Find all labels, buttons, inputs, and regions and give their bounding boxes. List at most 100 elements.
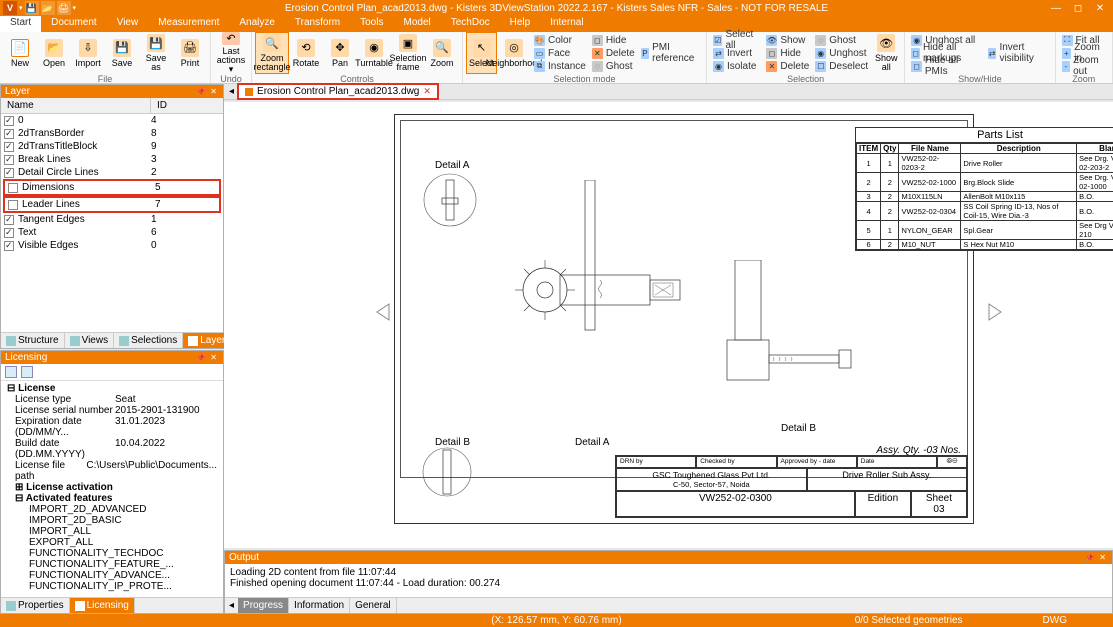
layer-checkbox[interactable] bbox=[4, 168, 14, 178]
drawing-viewport[interactable]: Detail A Detail B Detail A Detail B bbox=[224, 102, 1113, 548]
tab-licensing[interactable]: Licensing bbox=[70, 598, 135, 613]
close-icon[interactable]: ✕ bbox=[208, 353, 219, 362]
selmode-face[interactable]: ▭Face bbox=[534, 47, 586, 60]
sel-deselect[interactable]: ☐Deselect bbox=[815, 60, 868, 73]
close-button[interactable]: ✕ bbox=[1093, 3, 1107, 14]
qat-customize-icon[interactable]: ▾ bbox=[73, 4, 77, 12]
prev-icon[interactable]: ◂ bbox=[225, 598, 238, 613]
selmode-color[interactable]: 🎨Color bbox=[534, 34, 586, 47]
layer-row[interactable]: Text6 bbox=[1, 226, 223, 239]
sel-delete[interactable]: ✕Delete bbox=[766, 60, 809, 73]
maximize-button[interactable]: ◻ bbox=[1071, 3, 1085, 14]
tab-structure[interactable]: Structure bbox=[1, 333, 65, 348]
print-button[interactable]: 🖨Print bbox=[173, 32, 207, 74]
layer-row[interactable]: 2dTransBorder8 bbox=[1, 127, 223, 140]
nav-arrow-right-icon[interactable] bbox=[984, 302, 1004, 322]
layer-row[interactable]: Detail Circle Lines2 bbox=[1, 166, 223, 179]
selmode-pmi[interactable]: PPMI reference bbox=[641, 47, 700, 60]
nav-arrow-left-icon[interactable] bbox=[374, 302, 394, 322]
sel-ghost[interactable]: ◌Ghost bbox=[815, 34, 868, 47]
save-button[interactable]: 💾Save bbox=[105, 32, 139, 74]
close-icon[interactable]: ✕ bbox=[208, 87, 219, 96]
tab-selections[interactable]: Selections bbox=[114, 333, 183, 348]
sel-selectall[interactable]: ☑Select all bbox=[713, 34, 760, 47]
close-tab-icon[interactable]: ✕ bbox=[423, 86, 431, 97]
layer-row[interactable]: Break Lines3 bbox=[1, 153, 223, 166]
layer-row[interactable]: Dimensions5 bbox=[3, 179, 221, 196]
sel-show[interactable]: 👁Show bbox=[766, 34, 809, 47]
rotate-button[interactable]: ⟲Rotate bbox=[289, 32, 323, 74]
tab-views[interactable]: Views bbox=[65, 333, 115, 348]
tab-general[interactable]: General bbox=[350, 598, 397, 613]
tab-analyze[interactable]: Analyze bbox=[229, 16, 285, 32]
lic-activation[interactable]: ⊞ License activation bbox=[3, 482, 221, 493]
tab-measurement[interactable]: Measurement bbox=[148, 16, 229, 32]
selmode-delete[interactable]: ✕Delete bbox=[592, 47, 635, 60]
import-button[interactable]: ⇩Import bbox=[71, 32, 105, 74]
save-as-button[interactable]: 💾Save as bbox=[139, 32, 173, 74]
select-button[interactable]: ↖Select bbox=[466, 32, 497, 74]
lic-features[interactable]: ⊟ Activated features bbox=[3, 493, 221, 504]
qat-open-icon[interactable]: 📂 bbox=[41, 1, 55, 15]
tab-progress[interactable]: Progress bbox=[238, 598, 289, 613]
app-menu-button[interactable]: V bbox=[3, 1, 17, 15]
layer-checkbox[interactable] bbox=[4, 142, 14, 152]
selmode-ghost[interactable]: ◌Ghost bbox=[592, 60, 635, 73]
layer-row[interactable]: Visible Edges0 bbox=[1, 239, 223, 252]
tab-help[interactable]: Help bbox=[500, 16, 541, 32]
tab-techdoc[interactable]: TechDoc bbox=[441, 16, 500, 32]
new-button[interactable]: 📄New bbox=[3, 32, 37, 74]
tab-view[interactable]: View bbox=[107, 16, 149, 32]
layer-checkbox[interactable] bbox=[8, 183, 18, 193]
tab-model[interactable]: Model bbox=[393, 16, 440, 32]
layer-checkbox[interactable] bbox=[4, 116, 14, 126]
zoom-rectangle-button[interactable]: 🔍Zoom rectangle bbox=[255, 32, 289, 74]
layer-checkbox[interactable] bbox=[4, 129, 14, 139]
neighborhood-button[interactable]: ◎Neighborhood bbox=[497, 32, 531, 74]
open-button[interactable]: 📂Open bbox=[37, 32, 71, 74]
sel-isolate[interactable]: ◉Isolate bbox=[713, 60, 760, 73]
layer-row[interactable]: Tangent Edges1 bbox=[1, 213, 223, 226]
layer-panel-header[interactable]: Layer📌✕ bbox=[1, 85, 223, 98]
col-name[interactable]: Name bbox=[1, 98, 151, 113]
prev-tab-icon[interactable]: ◂ bbox=[226, 86, 237, 97]
zoom-out[interactable]: -Zoom out bbox=[1062, 60, 1106, 73]
tab-document[interactable]: Document bbox=[41, 16, 107, 32]
layer-checkbox[interactable] bbox=[4, 228, 14, 238]
sel-unghost[interactable]: ◉Unghost bbox=[815, 47, 868, 60]
layer-row[interactable]: 04 bbox=[1, 114, 223, 127]
tab-internal[interactable]: Internal bbox=[540, 16, 593, 32]
qat-save-icon[interactable]: 💾 bbox=[25, 1, 39, 15]
lic-root[interactable]: ⊟ License bbox=[3, 383, 221, 394]
pin-icon[interactable]: 📌 bbox=[194, 87, 208, 96]
show-all-button[interactable]: 👁Show all bbox=[871, 32, 901, 74]
selmode-instance[interactable]: ⧉Instance bbox=[534, 60, 586, 73]
close-icon[interactable]: ✕ bbox=[1097, 553, 1108, 562]
pin-icon[interactable]: 📌 bbox=[1083, 553, 1097, 562]
tab-start[interactable]: Start bbox=[0, 16, 41, 32]
zoom-button[interactable]: 🔍Zoom bbox=[425, 32, 459, 74]
col-id[interactable]: ID bbox=[151, 98, 223, 113]
lic-btn-1[interactable] bbox=[5, 366, 17, 378]
licensing-panel-header[interactable]: Licensing📌✕ bbox=[1, 351, 223, 364]
pan-button[interactable]: ✥Pan bbox=[323, 32, 357, 74]
tab-transform[interactable]: Transform bbox=[285, 16, 350, 32]
sh-hidepmi[interactable]: ◻Hide all PMIs bbox=[911, 60, 982, 73]
lic-btn-2[interactable] bbox=[21, 366, 33, 378]
qat-print-icon[interactable]: 🖨 bbox=[57, 1, 71, 15]
pin-icon[interactable]: 📌 bbox=[194, 353, 208, 362]
document-tab[interactable]: Erosion Control Plan_acad2013.dwg ✕ bbox=[237, 83, 439, 100]
layer-checkbox[interactable] bbox=[4, 155, 14, 165]
layer-checkbox[interactable] bbox=[4, 215, 14, 225]
turntable-button[interactable]: ◉Turntable bbox=[357, 32, 391, 74]
selmode-hide[interactable]: ◻Hide bbox=[592, 34, 635, 47]
output-panel-header[interactable]: Output📌✕ bbox=[225, 551, 1112, 564]
tab-information[interactable]: Information bbox=[289, 598, 350, 613]
layer-row[interactable]: 2dTransTitleBlock9 bbox=[1, 140, 223, 153]
layer-row[interactable]: Leader Lines7 bbox=[3, 196, 221, 213]
sel-invert[interactable]: ⇄Invert bbox=[713, 47, 760, 60]
selection-frame-button[interactable]: ▣Selection frame bbox=[391, 32, 425, 74]
layer-checkbox[interactable] bbox=[4, 241, 14, 251]
tab-properties[interactable]: Properties bbox=[1, 598, 70, 613]
tab-tools[interactable]: Tools bbox=[350, 16, 393, 32]
